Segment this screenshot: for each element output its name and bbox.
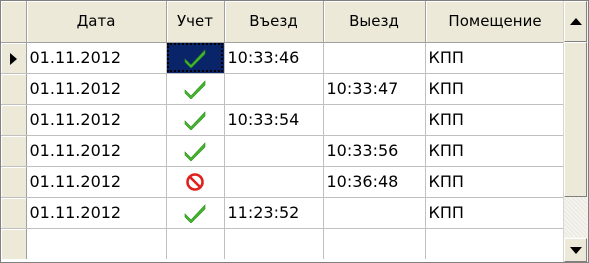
entry-time-cell[interactable]: 11:23:52 (224, 197, 324, 229)
empty-cell (166, 228, 225, 259)
column-header-entry[interactable]: Въезд (224, 1, 324, 43)
entry-time-cell[interactable] (224, 135, 324, 167)
entry-time-cell[interactable] (224, 73, 324, 105)
current-row-arrow-icon (9, 52, 17, 65)
scrollbar-thumb[interactable] (564, 42, 587, 197)
row-indicator[interactable] (1, 135, 27, 167)
empty-cell (323, 228, 426, 259)
column-header-exit[interactable]: Выезд (323, 1, 426, 43)
row-indicator[interactable] (1, 42, 27, 74)
exit-time-cell[interactable] (323, 197, 426, 229)
room-cell[interactable]: КПП (425, 73, 566, 105)
table-row[interactable]: 01.11.2012 10:33:46 КПП (1, 42, 566, 74)
empty-cell (26, 228, 167, 259)
row-indicator-header (1, 1, 27, 43)
column-header-account[interactable]: Учет (166, 1, 225, 43)
column-header-date[interactable]: Дата (26, 1, 167, 43)
row-indicator[interactable] (1, 73, 27, 105)
records-table: Дата Учет Въезд Выезд Помещение 01.11.20… (1, 1, 566, 259)
date-cell[interactable]: 01.11.2012 (26, 197, 167, 229)
table-row[interactable]: 01.11.2012 10:36:48 КПП (1, 166, 566, 198)
column-header-room[interactable]: Помещение (425, 1, 566, 43)
header-row: Дата Учет Въезд Выезд Помещение (1, 1, 566, 43)
account-cell[interactable] (166, 166, 225, 198)
account-cell[interactable] (166, 135, 225, 167)
table-row[interactable]: 01.11.2012 10:33:47 КПП (1, 73, 566, 105)
arrow-up-icon (569, 18, 582, 25)
exit-time-cell[interactable]: 10:33:47 (323, 73, 426, 105)
row-indicator[interactable] (1, 104, 27, 136)
room-cell[interactable]: КПП (425, 135, 566, 167)
date-cell[interactable]: 01.11.2012 (26, 73, 167, 105)
entry-time-cell[interactable] (224, 166, 324, 198)
entry-time-cell[interactable]: 10:33:46 (224, 42, 324, 74)
scroll-up-button[interactable] (564, 1, 587, 42)
data-grid[interactable]: Дата Учет Въезд Выезд Помещение 01.11.20… (0, 0, 589, 263)
check-icon (184, 203, 206, 223)
account-cell[interactable] (166, 104, 225, 136)
exit-time-cell[interactable]: 10:36:48 (323, 166, 426, 198)
scroll-down-button[interactable] (564, 238, 587, 262)
table-row[interactable]: 01.11.2012 10:33:56 КПП (1, 135, 566, 167)
check-icon (184, 141, 206, 161)
row-indicator[interactable] (1, 166, 27, 198)
prohibited-icon (186, 172, 204, 191)
date-cell[interactable]: 01.11.2012 (26, 166, 167, 198)
date-cell[interactable]: 01.11.2012 (26, 42, 167, 74)
account-cell[interactable] (166, 197, 225, 229)
row-indicator[interactable] (1, 197, 27, 229)
row-indicator (1, 228, 27, 259)
exit-time-cell[interactable]: 10:33:56 (323, 135, 426, 167)
empty-cell (425, 228, 566, 259)
account-cell[interactable] (166, 42, 225, 74)
check-icon (184, 110, 206, 130)
date-cell[interactable]: 01.11.2012 (26, 104, 167, 136)
room-cell[interactable]: КПП (425, 42, 566, 74)
date-cell[interactable]: 01.11.2012 (26, 135, 167, 167)
table-row[interactable]: 01.11.2012 11:23:52 КПП (1, 197, 566, 229)
exit-time-cell[interactable] (323, 42, 426, 74)
room-cell[interactable]: КПП (425, 197, 566, 229)
vertical-scrollbar[interactable] (563, 1, 588, 262)
empty-cell (224, 228, 324, 259)
entry-time-cell[interactable]: 10:33:54 (224, 104, 324, 136)
exit-time-cell[interactable] (323, 104, 426, 136)
account-cell[interactable] (166, 73, 225, 105)
room-cell[interactable]: КПП (425, 104, 566, 136)
empty-row (1, 228, 566, 259)
check-icon (184, 79, 206, 99)
check-icon (184, 48, 206, 68)
room-cell[interactable]: КПП (425, 166, 566, 198)
arrow-down-icon (569, 246, 582, 254)
table-row[interactable]: 01.11.2012 10:33:54 КПП (1, 104, 566, 136)
